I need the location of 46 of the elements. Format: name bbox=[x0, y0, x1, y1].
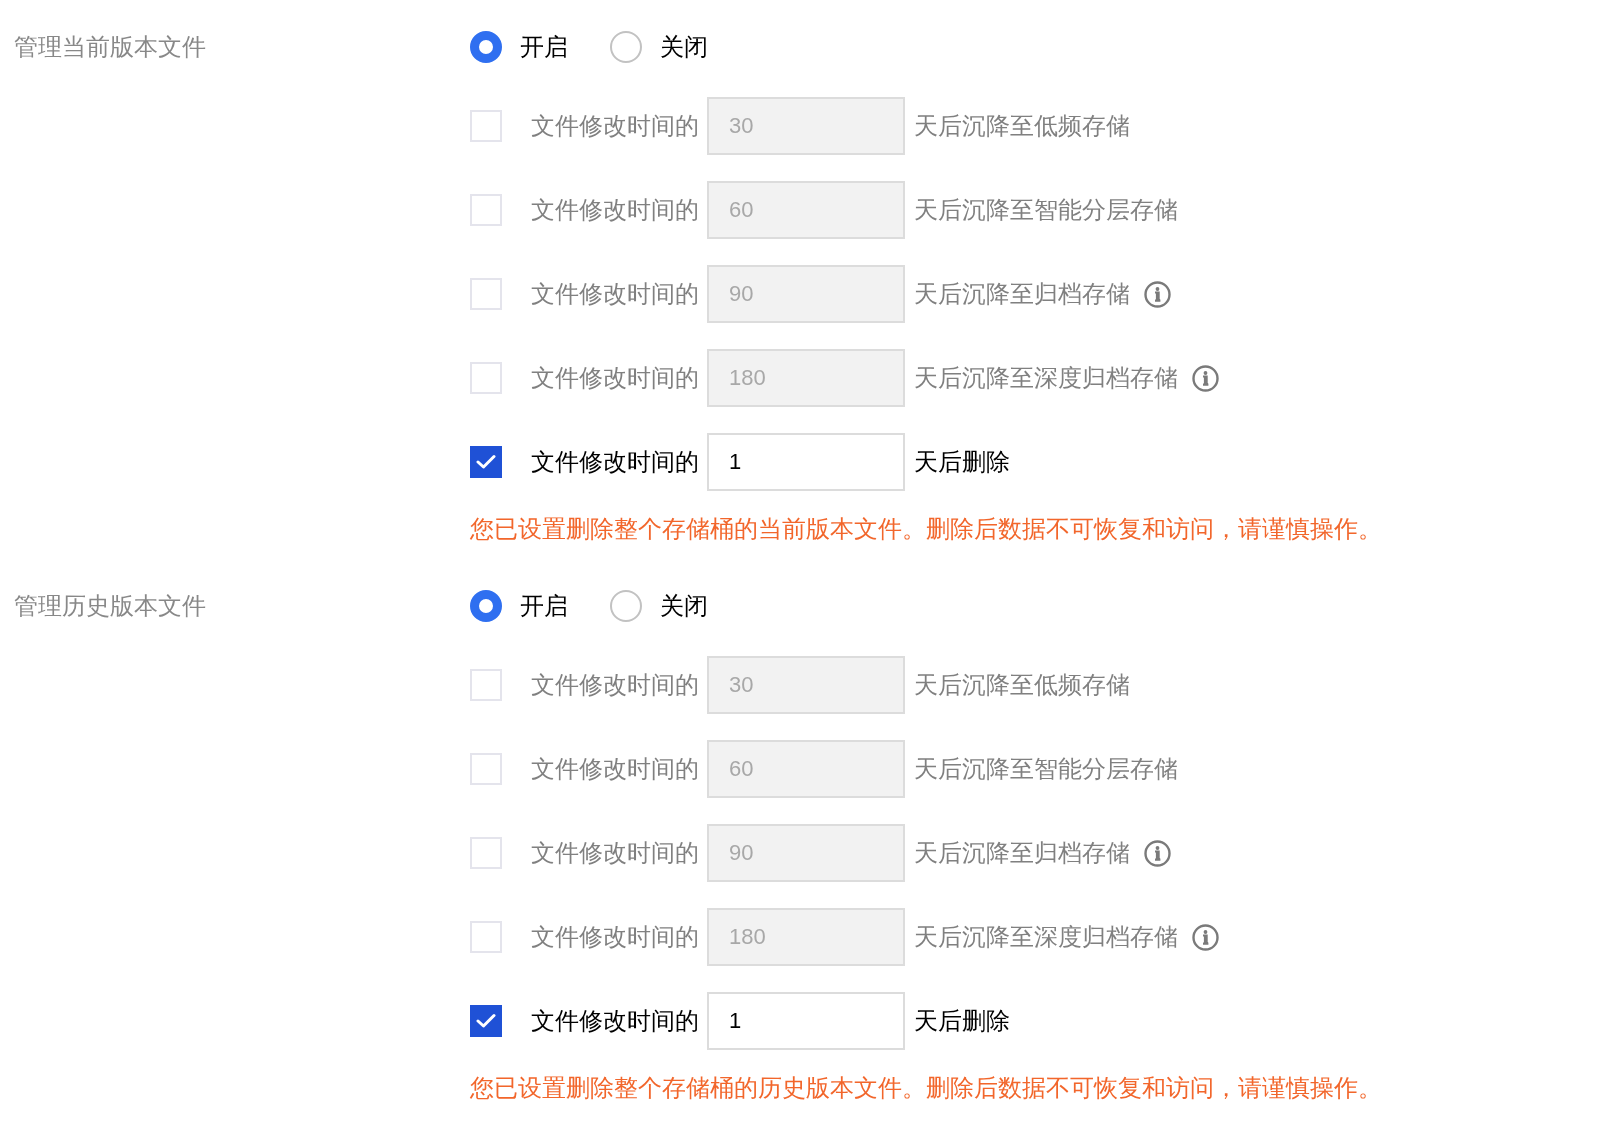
rule-suffix: 天后沉降至低频存储 bbox=[914, 673, 1130, 697]
radio-button[interactable] bbox=[470, 590, 502, 622]
checkbox[interactable] bbox=[470, 194, 502, 226]
checkbox[interactable] bbox=[470, 753, 502, 785]
checkbox[interactable] bbox=[470, 837, 502, 869]
checkbox[interactable] bbox=[470, 278, 502, 310]
rule-suffix: 天后沉降至归档存储 bbox=[914, 282, 1130, 306]
checkmark-icon bbox=[476, 1013, 496, 1029]
rule-prefix: 文件修改时间的 bbox=[531, 1009, 699, 1033]
rule-suffix: 天后沉降至智能分层存储 bbox=[914, 757, 1178, 781]
days-input[interactable]: 1 bbox=[707, 433, 905, 491]
rule-prefix: 文件修改时间的 bbox=[531, 757, 699, 781]
checkbox[interactable] bbox=[470, 669, 502, 701]
rule-prefix: 文件修改时间的 bbox=[531, 450, 699, 474]
checkbox[interactable] bbox=[470, 110, 502, 142]
warning-text: 您已设置删除整个存储桶的历史版本文件。删除后数据不可恢复和访问，请谨慎操作。 bbox=[470, 1076, 1382, 1100]
radio-label: 开启 bbox=[520, 35, 568, 59]
days-input[interactable]: 1 bbox=[707, 992, 905, 1050]
rule-prefix: 文件修改时间的 bbox=[531, 841, 699, 865]
warning-text: 您已设置删除整个存储桶的当前版本文件。删除后数据不可恢复和访问，请谨慎操作。 bbox=[470, 517, 1382, 541]
radio-button[interactable] bbox=[610, 590, 642, 622]
checkmark-icon bbox=[476, 454, 496, 470]
radio-label: 关闭 bbox=[660, 35, 708, 59]
checkbox[interactable] bbox=[470, 921, 502, 953]
section-label: 管理当前版本文件 bbox=[14, 35, 206, 59]
section-label: 管理历史版本文件 bbox=[14, 594, 206, 618]
rule-suffix: 天后沉降至归档存储 bbox=[914, 841, 1130, 865]
radio-button[interactable] bbox=[470, 31, 502, 63]
rule-suffix: 天后沉降至低频存储 bbox=[914, 114, 1130, 138]
radio-label: 关闭 bbox=[660, 594, 708, 618]
rule-suffix: 天后沉降至智能分层存储 bbox=[914, 198, 1178, 222]
rule-suffix: 天后沉降至深度归档存储 bbox=[914, 925, 1178, 949]
rule-prefix: 文件修改时间的 bbox=[531, 673, 699, 697]
rule-suffix: 天后沉降至深度归档存储 bbox=[914, 366, 1178, 390]
checkbox[interactable] bbox=[470, 362, 502, 394]
rule-suffix: 天后删除 bbox=[914, 1009, 1010, 1033]
rule-prefix: 文件修改时间的 bbox=[531, 925, 699, 949]
rule-suffix: 天后删除 bbox=[914, 450, 1010, 474]
rule-prefix: 文件修改时间的 bbox=[531, 114, 699, 138]
rule-prefix: 文件修改时间的 bbox=[531, 366, 699, 390]
checkbox[interactable] bbox=[470, 446, 502, 478]
radio-label: 开启 bbox=[520, 594, 568, 618]
checkbox[interactable] bbox=[470, 1005, 502, 1037]
radio-button[interactable] bbox=[610, 31, 642, 63]
rule-prefix: 文件修改时间的 bbox=[531, 198, 699, 222]
rule-prefix: 文件修改时间的 bbox=[531, 282, 699, 306]
